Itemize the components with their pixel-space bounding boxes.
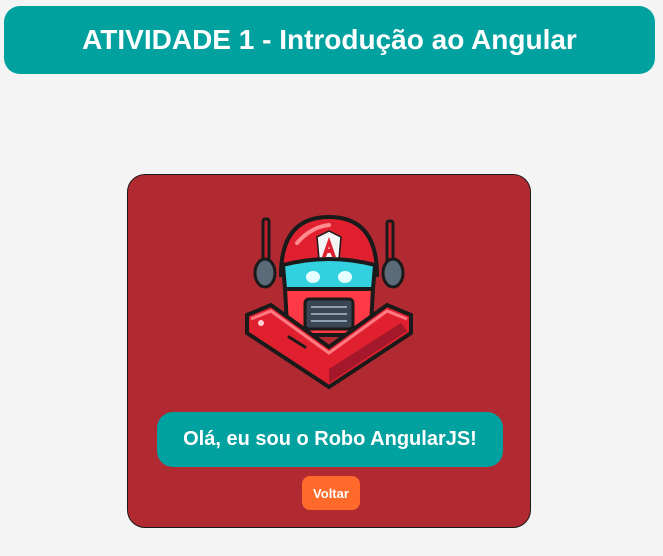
page-header: ATIVIDADE 1 - Introdução ao Angular (4, 6, 655, 74)
page-title: ATIVIDADE 1 - Introdução ao Angular (82, 24, 577, 55)
robot-card: Olá, eu sou o Robo AngularJS! Voltar (127, 174, 531, 528)
speech-text: Olá, eu sou o Robo AngularJS! (183, 428, 477, 450)
back-button[interactable]: Voltar (302, 476, 360, 510)
speech-bubble: Olá, eu sou o Robo AngularJS! (157, 412, 503, 467)
robot-mascot-image (245, 214, 413, 390)
